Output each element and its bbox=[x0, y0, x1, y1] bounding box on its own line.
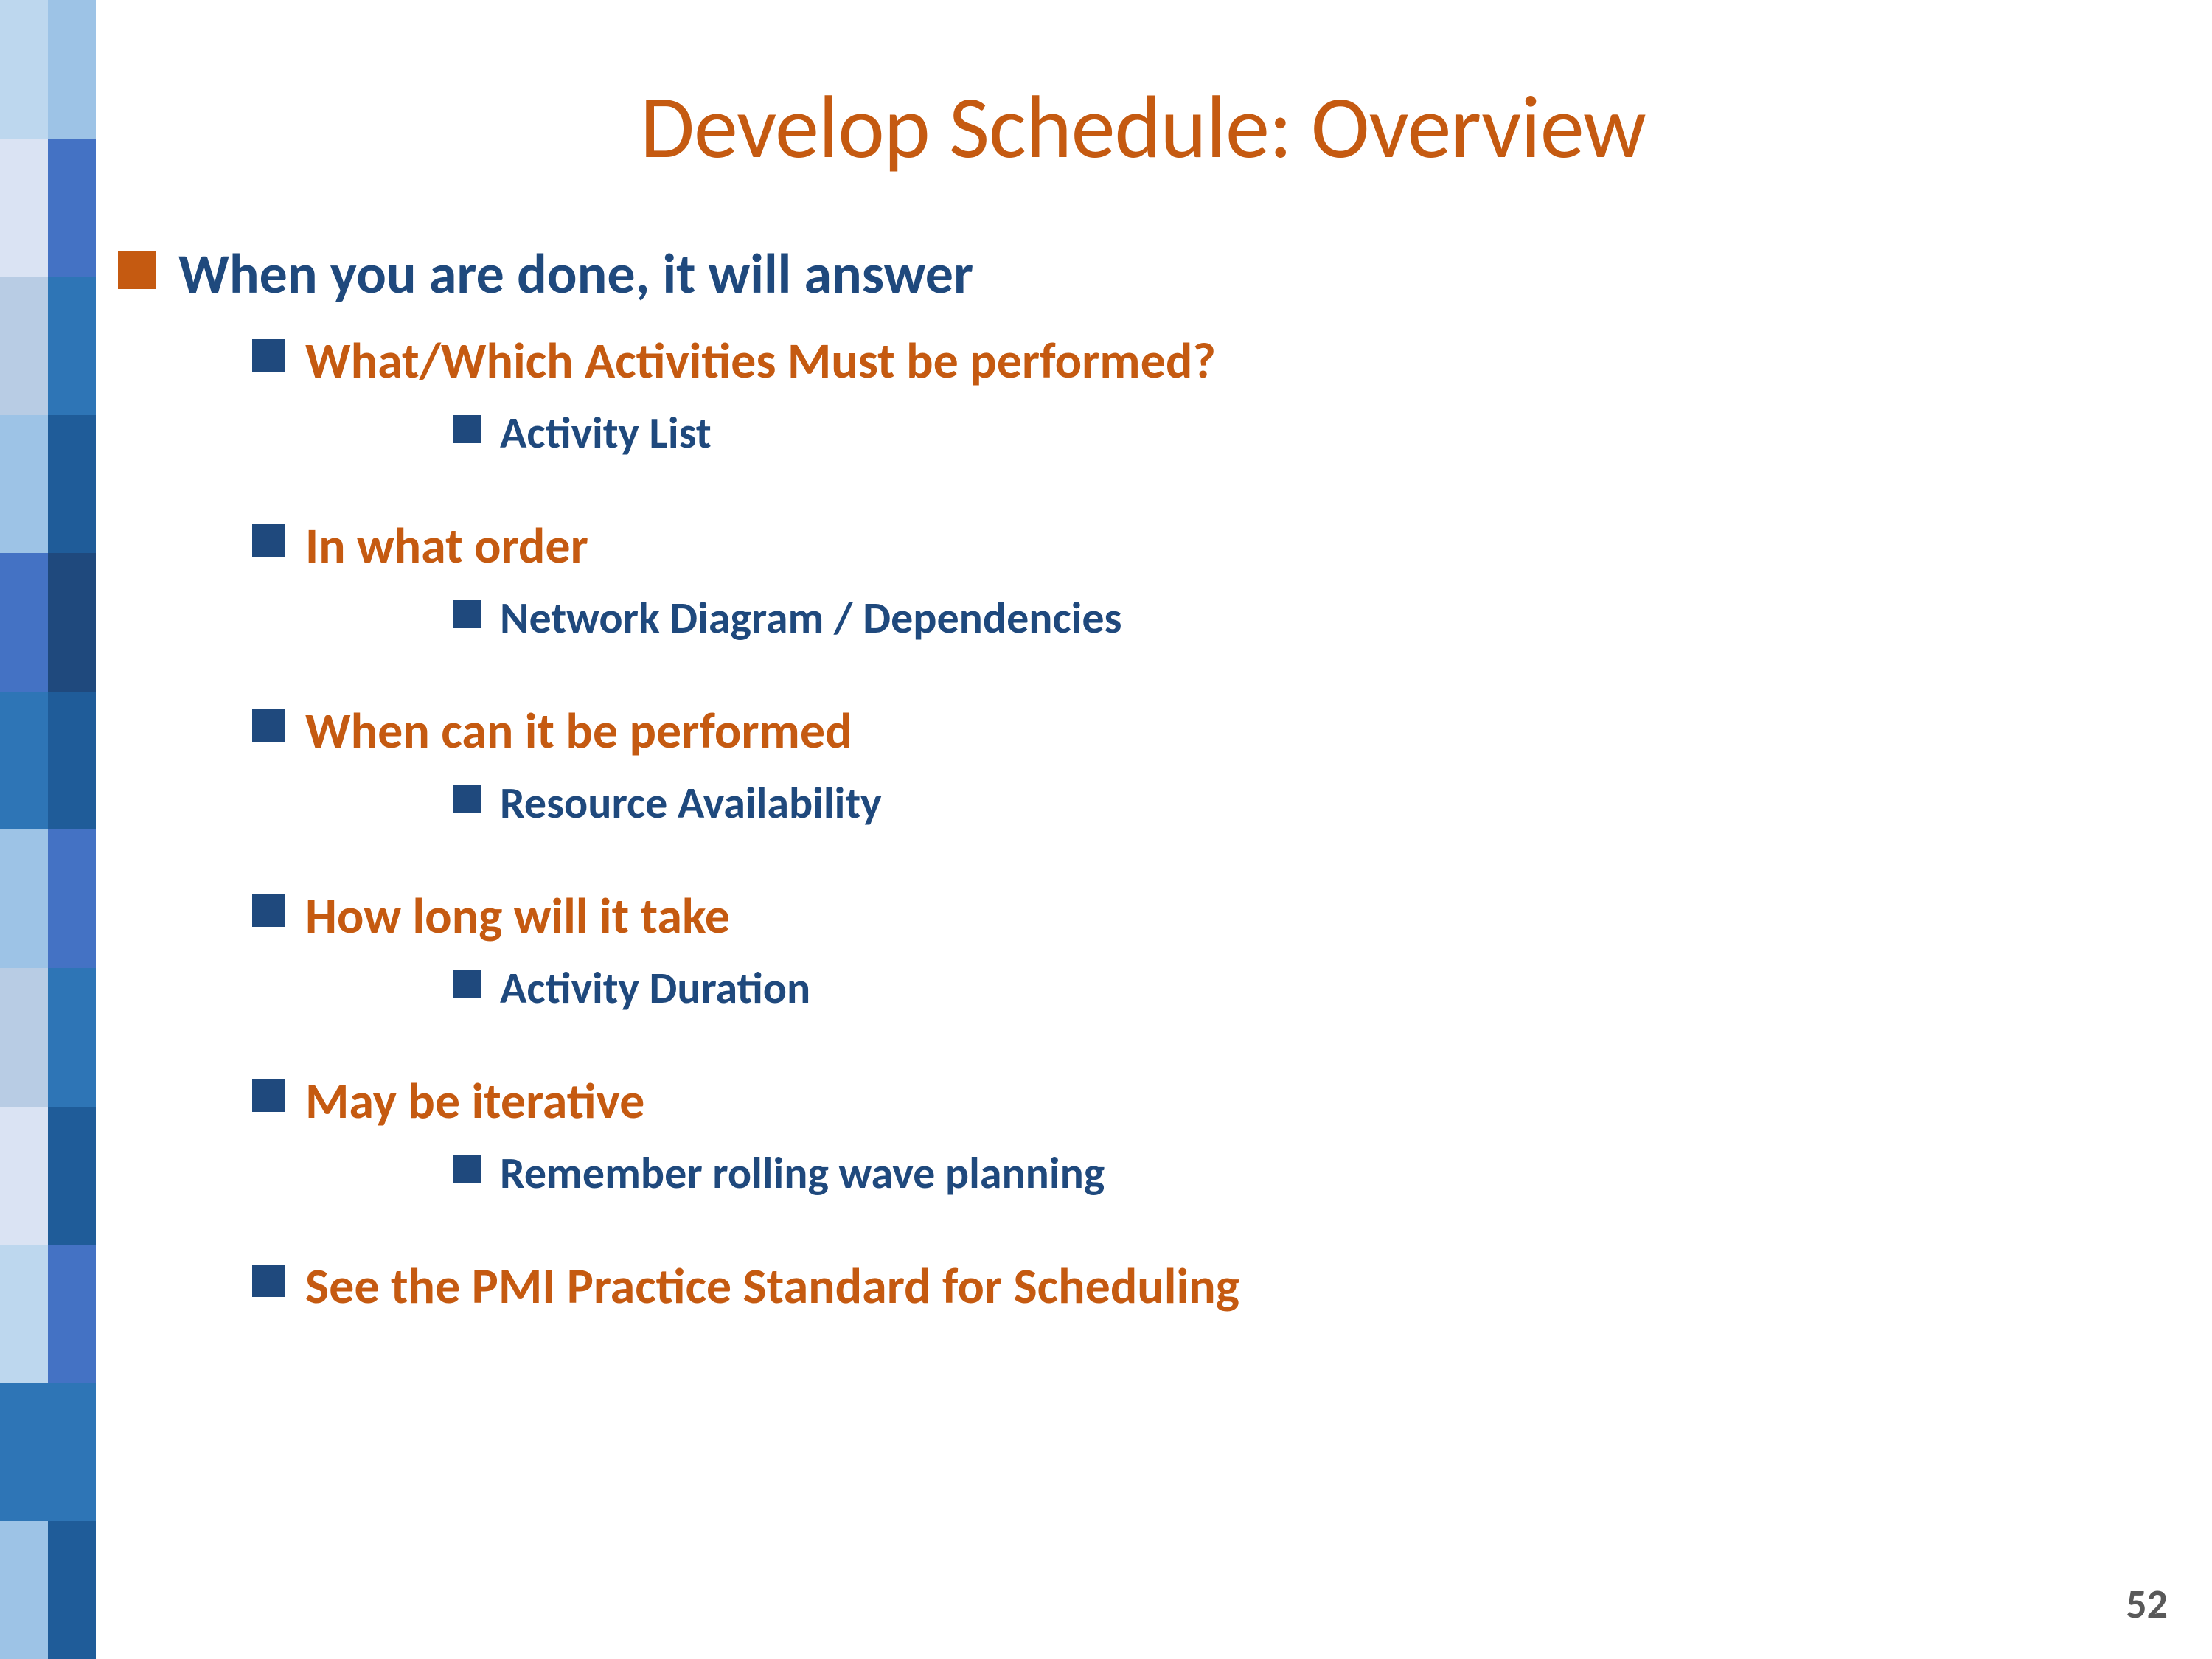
bullet-blue-6 bbox=[252, 1265, 285, 1297]
list-item-level3-2: Network Diagram / Dependencies bbox=[453, 591, 1121, 645]
list-item-level2-3: When can it be performed Resource Availa… bbox=[252, 700, 1239, 856]
list-item-level3-3: Resource Availability bbox=[453, 776, 882, 830]
list-item-level1-1: When you are done, it will answer What/W… bbox=[118, 240, 2168, 1346]
list-item-level2-6: See the PMI Practice Standard for Schedu… bbox=[252, 1256, 1239, 1317]
level2-text-4: How long will it take bbox=[305, 886, 730, 947]
level3-text-4: Activity Duration bbox=[500, 961, 810, 1015]
sub-list-2-5: Remember rolling wave planning bbox=[305, 1147, 1105, 1200]
sub-list-2-4: Activity Duration bbox=[305, 961, 810, 1015]
level2-text-3: When can it be performed bbox=[305, 700, 852, 762]
bullet-dark-3 bbox=[453, 785, 481, 813]
slide-title: Develop Schedule: Overview bbox=[118, 74, 2168, 181]
level3-text-1: Activity List bbox=[500, 406, 712, 460]
bullet-dark-4 bbox=[453, 970, 481, 998]
page-number: 52 bbox=[2126, 1579, 2168, 1630]
bullet-dark-1 bbox=[453, 415, 481, 443]
list-item-level2-4: How long will it take Activity Duration bbox=[252, 886, 1239, 1041]
level2-text-6: See the PMI Practice Standard for Schedu… bbox=[305, 1256, 1239, 1317]
sub-list-1: What/Which Activities Must be performed?… bbox=[178, 330, 1239, 1317]
bullet-dark-5 bbox=[453, 1155, 481, 1183]
sub-list-2-1: Activity List bbox=[305, 406, 1216, 460]
list-item-level2-5: May be iterative Remember rolling wave p… bbox=[252, 1071, 1239, 1226]
level2-text-5: May be iterative bbox=[305, 1071, 644, 1132]
content-list: When you are done, it will answer What/W… bbox=[118, 240, 2168, 1346]
bullet-blue-3 bbox=[252, 709, 285, 742]
level2-text-1: What/Which Activities Must be performed? bbox=[305, 330, 1216, 392]
sub-list-2-2: Network Diagram / Dependencies bbox=[305, 591, 1121, 645]
bullet-blue-4 bbox=[252, 894, 285, 927]
bullet-blue-2 bbox=[252, 524, 285, 557]
bullet-blue-1 bbox=[252, 339, 285, 372]
list-item-level2-1: What/Which Activities Must be performed?… bbox=[252, 330, 1239, 486]
level3-text-5: Remember rolling wave planning bbox=[500, 1147, 1105, 1200]
list-item-level3-1: Activity List bbox=[453, 406, 1216, 460]
level3-text-3: Resource Availability bbox=[500, 776, 882, 830]
level1-text-1: When you are done, it will answer bbox=[178, 240, 973, 308]
list-item-level3-5: Remember rolling wave planning bbox=[453, 1147, 1105, 1200]
list-item-level2-2: In what order Network Diagram / Dependen… bbox=[252, 515, 1239, 671]
level2-text-2: In what order bbox=[305, 515, 588, 577]
bullet-blue-5 bbox=[252, 1079, 285, 1112]
bullet-dark-2 bbox=[453, 600, 481, 628]
sub-list-2-3: Resource Availability bbox=[305, 776, 882, 830]
level3-text-2: Network Diagram / Dependencies bbox=[500, 591, 1121, 645]
left-decorative-strip bbox=[0, 0, 96, 1659]
list-item-level3-4: Activity Duration bbox=[453, 961, 810, 1015]
main-content: Develop Schedule: Overview When you are … bbox=[118, 44, 2168, 1615]
bullet-orange-1 bbox=[118, 251, 156, 289]
